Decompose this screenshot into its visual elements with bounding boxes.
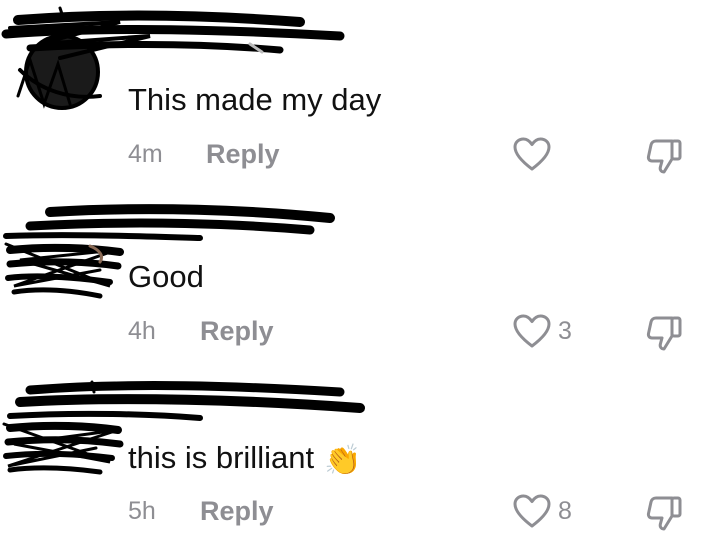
heart-outline-icon (513, 314, 551, 348)
heart-outline-icon (513, 494, 551, 528)
comment-item: Good 4h Reply 3 (0, 190, 720, 370)
thumbs-down-icon (646, 139, 682, 174)
like-button[interactable] (512, 137, 558, 171)
comment-timestamp: 5h (128, 497, 156, 525)
reply-button[interactable]: Reply (206, 139, 280, 169)
thumbs-down-icon (646, 496, 682, 531)
comment-text: This made my day (128, 82, 381, 118)
comment-timestamp: 4h (128, 317, 156, 345)
clapping-hands-emoji: 👏 (324, 444, 362, 477)
comment-item: This made my day 4m Reply (0, 0, 720, 180)
comment-text: Good (128, 259, 204, 295)
dislike-button[interactable] (644, 494, 684, 532)
comment-text: this is brilliant 👏 (128, 440, 361, 479)
comment-text-content: Good (128, 259, 204, 294)
like-count: 8 (558, 496, 572, 525)
thumbs-down-icon (646, 316, 682, 351)
comment-item: this is brilliant 👏 5h Reply 8 (0, 372, 720, 552)
dislike-button[interactable] (644, 314, 684, 352)
heart-outline-icon (513, 137, 551, 171)
like-button[interactable]: 3 (512, 314, 572, 348)
reply-button[interactable]: Reply (200, 316, 274, 346)
reply-button[interactable]: Reply (200, 496, 274, 526)
comment-text-content: this is brilliant (128, 440, 315, 475)
dislike-button[interactable] (644, 137, 684, 175)
like-button[interactable]: 8 (512, 494, 572, 528)
comment-text-content: This made my day (128, 82, 382, 117)
comment-timestamp: 4m (128, 140, 163, 168)
like-count: 3 (558, 316, 572, 345)
